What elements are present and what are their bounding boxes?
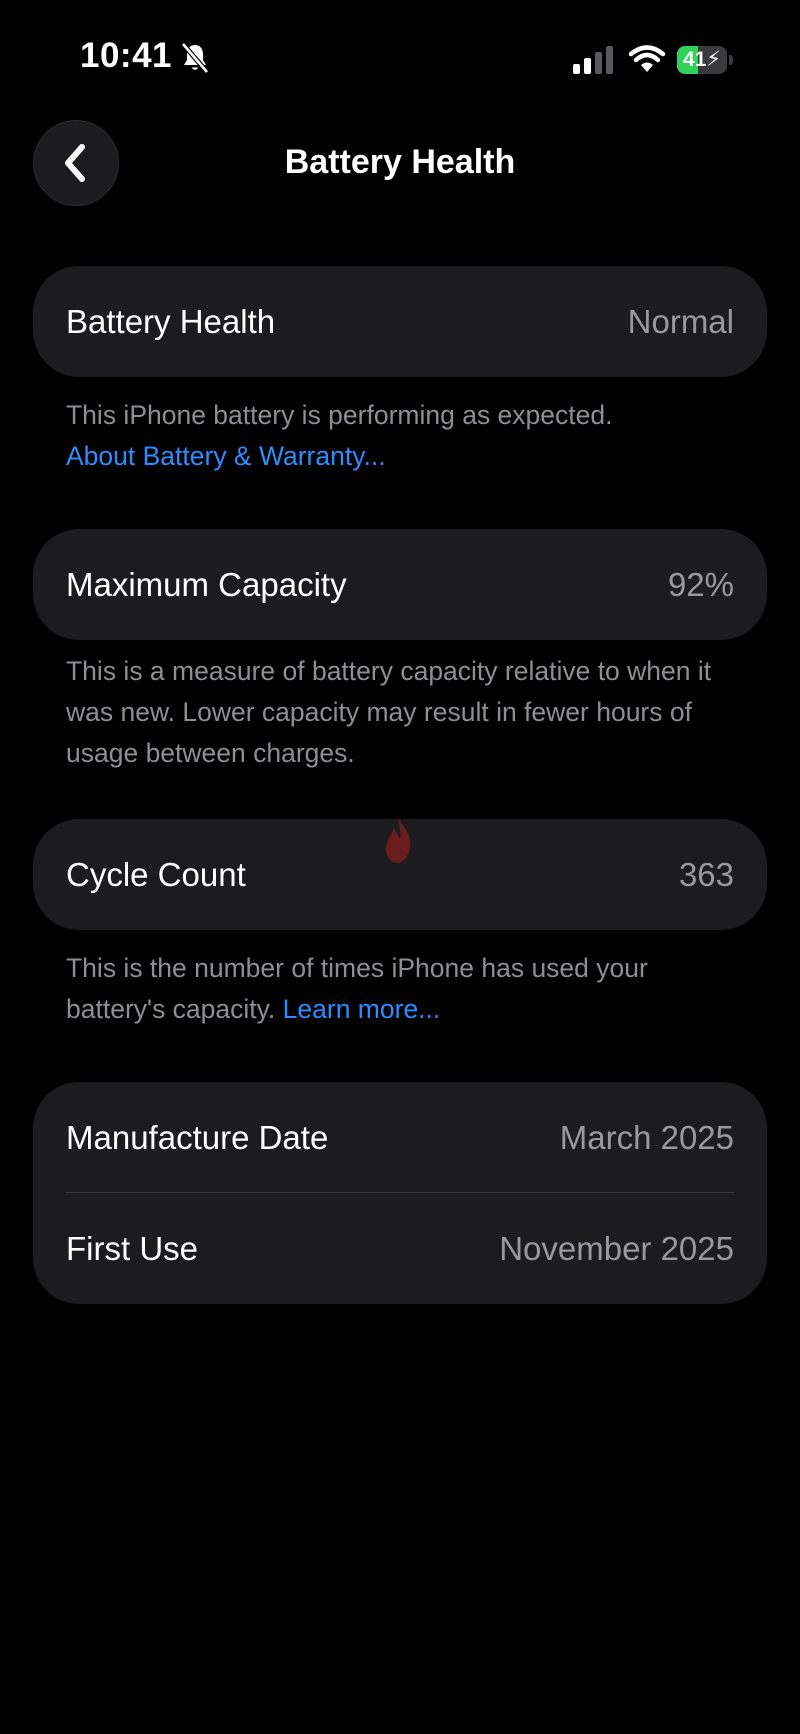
about-battery-warranty-link[interactable]: About Battery & Warranty...: [66, 436, 746, 477]
wifi-icon: [628, 45, 666, 72]
dates-card: Manufacture Date March 2025 First Use No…: [33, 1082, 767, 1304]
battery-health-row: Battery Health Normal: [33, 266, 767, 377]
maximum-capacity-label: Maximum Capacity: [66, 565, 347, 603]
cycle-count-value: 363: [678, 855, 734, 893]
battery-health-description: This iPhone battery is performing as exp…: [66, 400, 613, 430]
manufacture-date-value: March 2025: [559, 1118, 734, 1156]
battery-charging-icon: 41⚡: [677, 46, 735, 74]
battery-cap: [729, 55, 733, 65]
maximum-capacity-card: Maximum Capacity 92%: [33, 529, 767, 640]
bell-slash-icon: [181, 42, 209, 74]
battery-health-value: Normal: [627, 302, 734, 340]
battery-health-card: Battery Health Normal: [33, 266, 767, 377]
first-use-row: First Use November 2025: [33, 1193, 767, 1304]
first-use-value: November 2025: [499, 1229, 734, 1267]
maximum-capacity-value: 92%: [667, 565, 734, 603]
battery-body: 41⚡: [677, 46, 727, 74]
manufacture-date-row: Manufacture Date March 2025: [33, 1082, 767, 1193]
status-time: 10:41: [80, 36, 173, 75]
maximum-capacity-row: Maximum Capacity 92%: [33, 529, 767, 640]
watermark-flame-icon: [385, 817, 411, 863]
cycle-count-footnote: This is the number of times iPhone has u…: [66, 948, 746, 1030]
battery-health-label: Battery Health: [66, 302, 276, 340]
learn-more-link[interactable]: Learn more...: [283, 994, 441, 1024]
battery-percent: 41⚡: [682, 48, 722, 71]
manufacture-date-label: Manufacture Date: [66, 1118, 329, 1156]
battery-health-footnote: This iPhone battery is performing as exp…: [66, 395, 746, 477]
maximum-capacity-footnote: This is a measure of battery capacity re…: [66, 656, 712, 768]
cycle-count-label: Cycle Count: [66, 855, 246, 893]
status-bar: 10:41 41⚡: [0, 0, 800, 110]
first-use-label: First Use: [66, 1229, 198, 1267]
page-title: Battery Health: [284, 143, 516, 181]
cellular-signal-icon: [573, 46, 613, 74]
